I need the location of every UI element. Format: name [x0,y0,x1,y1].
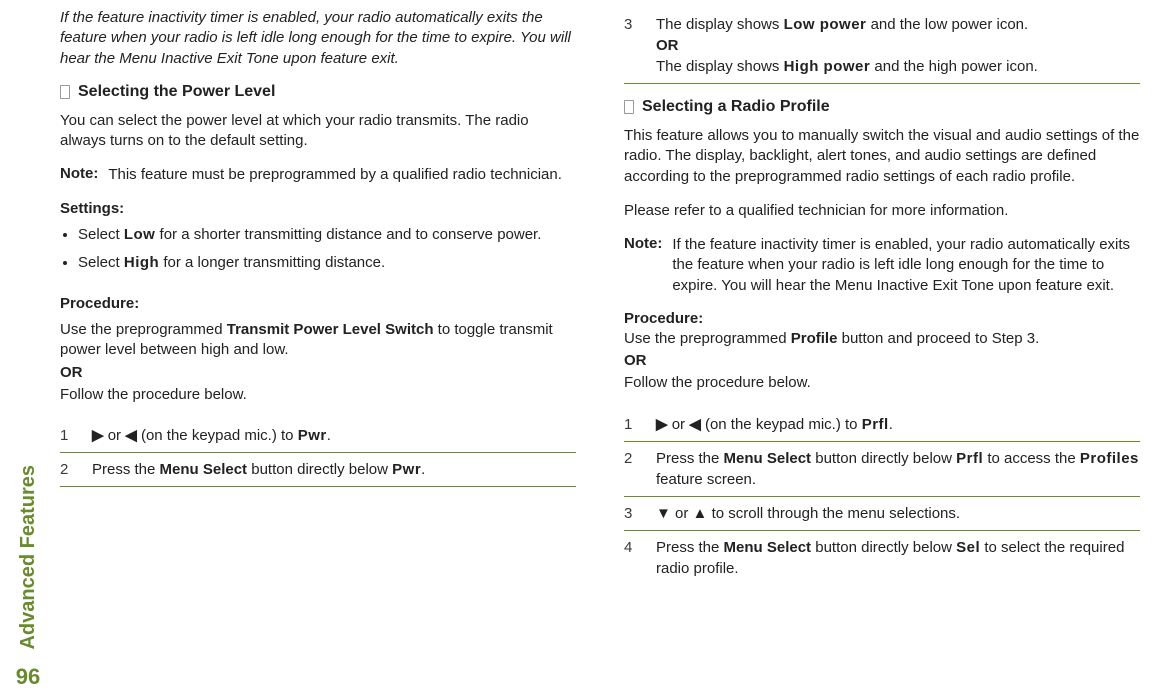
procedure-heading: Procedure: [624,310,1140,327]
right-column: 3 The display shows Low power and the lo… [624,8,1140,690]
step-row: 1 ▶ or ◀ (on the keypad mic.) to Prfl. [624,408,1140,442]
step-body: ▼ or ▲ to scroll through the menu select… [656,503,1140,524]
settings-heading: Settings: [60,200,576,217]
procedure-intro-2: Follow the procedure below. [624,373,1140,393]
step-body: ▶ or ◀ (on the keypad mic.) to Pwr. [92,425,576,446]
document-icon [624,100,634,114]
note-label: Note: [624,235,662,296]
procedure-intro: Use the preprogrammed Transmit Power Lev… [60,320,576,361]
refer-technician: Please refer to a qualified technician f… [624,201,1140,221]
left-column: If the feature inactivity timer is enabl… [60,8,576,690]
step-number: 1 [60,425,78,446]
step-body: The display shows Low power and the low … [656,14,1140,77]
list-item: Select Low for a shorter transmitting di… [78,225,576,245]
step-row: 3 ▼ or ▲ to scroll through the menu sele… [624,497,1140,531]
procedure-intro: Use the preprogrammed Profile button and… [624,329,1140,349]
procedure-steps-right: 1 ▶ or ◀ (on the keypad mic.) to Prfl. 2… [624,408,1140,585]
radio-profile-desc: This feature allows you to manually swit… [624,126,1140,187]
procedure-heading: Procedure: [60,295,576,312]
step-body: Press the Menu Select button directly be… [656,448,1140,490]
down-arrow-icon: ▼ [656,505,671,522]
step-body: Press the Menu Select button directly be… [92,459,576,480]
right-arrow-icon: ▶ [656,416,668,433]
step-number: 3 [624,14,642,77]
step-number: 2 [60,459,78,480]
left-arrow-icon: ◀ [689,416,701,433]
intro-paragraph: If the feature inactivity timer is enabl… [60,8,576,69]
step-row: 2 Press the Menu Select button directly … [60,453,576,487]
note-body: This feature must be preprogrammed by a … [108,165,576,185]
section-title-radio-profile: Selecting a Radio Profile [624,98,1140,116]
sidebar: Advanced Features 96 [8,410,48,690]
left-arrow-icon: ◀ [125,427,137,444]
step-row: 3 The display shows Low power and the lo… [624,8,1140,84]
settings-list: Select Low for a shorter transmitting di… [60,225,576,274]
step-body: Press the Menu Select button directly be… [656,537,1140,579]
up-arrow-icon: ▲ [693,505,708,522]
procedure-intro-2: Follow the procedure below. [60,385,576,405]
step-row: 4 Press the Menu Select button directly … [624,531,1140,585]
note-row: Note: If the feature inactivity timer is… [624,235,1140,296]
page-content: If the feature inactivity timer is enabl… [60,0,1164,700]
document-icon [60,85,70,99]
step-number: 2 [624,448,642,490]
section-title-power-level: Selecting the Power Level [60,83,576,101]
power-level-desc: You can select the power level at which … [60,111,576,152]
right-arrow-icon: ▶ [92,427,104,444]
sidebar-label: Advanced Features [17,465,40,650]
or-label: OR [624,351,1140,371]
section-title-text: Selecting the Power Level [78,83,275,101]
step-number: 1 [624,414,642,435]
page-number: 96 [16,664,40,690]
step-number: 3 [624,503,642,524]
note-label: Note: [60,165,98,185]
step-row: 1 ▶ or ◀ (on the keypad mic.) to Pwr. [60,419,576,453]
note-body: If the feature inactivity timer is enabl… [672,235,1140,296]
procedure-steps-right-cont: 3 The display shows Low power and the lo… [624,8,1140,84]
step-body: ▶ or ◀ (on the keypad mic.) to Prfl. [656,414,1140,435]
or-label: OR [60,363,576,383]
step-row: 2 Press the Menu Select button directly … [624,442,1140,497]
step-number: 4 [624,537,642,579]
section-title-text: Selecting a Radio Profile [642,98,830,116]
note-row: Note: This feature must be preprogrammed… [60,165,576,185]
list-item: Select High for a longer transmitting di… [78,253,576,273]
procedure-steps-left: 1 ▶ or ◀ (on the keypad mic.) to Pwr. 2 … [60,419,576,487]
